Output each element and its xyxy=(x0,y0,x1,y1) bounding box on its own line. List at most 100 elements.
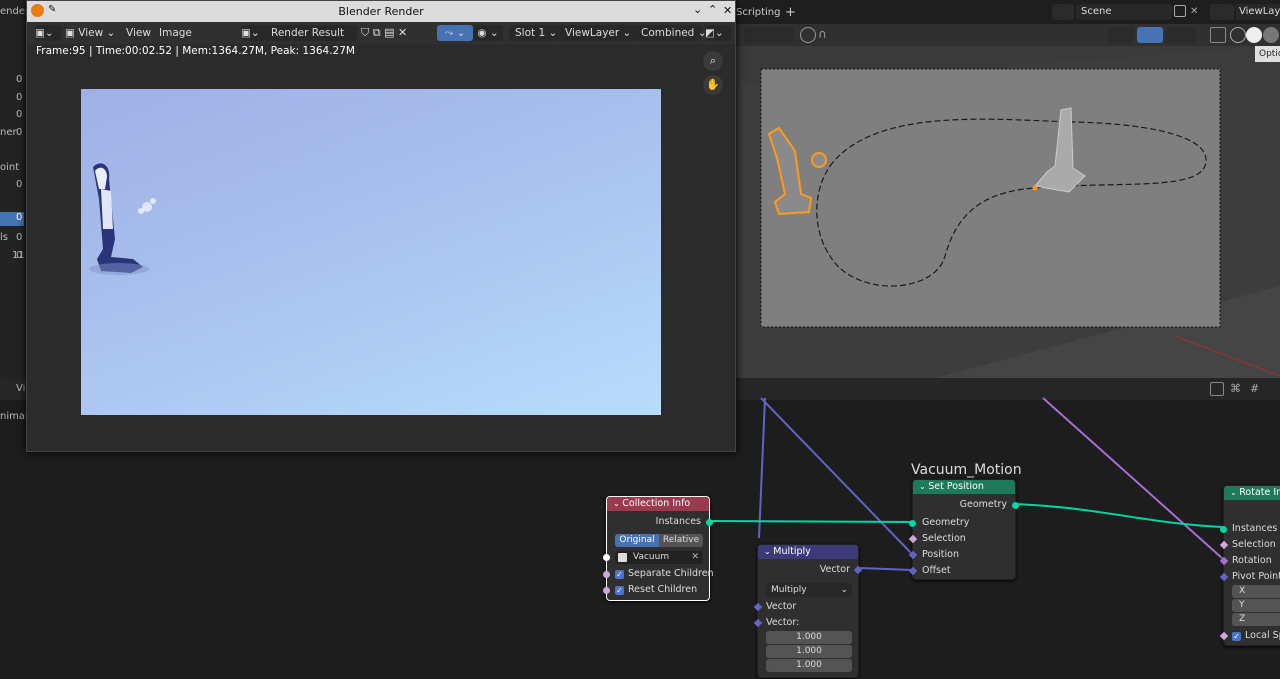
workspace-tab-scripting[interactable]: Scripting xyxy=(736,7,780,18)
collection-input-socket[interactable] xyxy=(603,554,610,561)
pivot-x-field[interactable]: X xyxy=(1232,585,1280,598)
separate-children-checkbox[interactable]: ✓ Separate Children xyxy=(615,567,714,581)
instances-output-label: Instances xyxy=(655,516,701,527)
panel-value: 11 xyxy=(12,250,25,261)
view-layer-icon[interactable] xyxy=(1210,4,1234,20)
viewport-header xyxy=(735,24,1280,46)
render-result-image[interactable] xyxy=(81,89,661,415)
scene-icon[interactable] xyxy=(1052,4,1074,20)
multiply-header[interactable]: ⌄ Multiply xyxy=(758,545,858,559)
view-menu[interactable]: View xyxy=(126,25,151,41)
pass-dropdown[interactable]: Combined ⌄ xyxy=(635,25,707,41)
snapping-controls-icon[interactable] xyxy=(744,27,794,43)
set-position-node[interactable]: ⌄ Set Position Geometry Geometry Selecti… xyxy=(908,479,1019,580)
view-layer-dropdown[interactable]: ViewLayer ⌄ xyxy=(559,25,635,41)
pivot-input-label: Pivot Point: xyxy=(1232,571,1280,582)
scene-selector[interactable]: Scene xyxy=(1076,4,1172,20)
xray-icon[interactable] xyxy=(1210,27,1226,43)
rotate-instances-node[interactable]: ⌄ Rotate Ins Instances Selection Rotatio… xyxy=(1219,485,1280,646)
selection-input-label: Selection xyxy=(922,533,966,544)
collection-info-header[interactable]: ⌄ Collection Info xyxy=(607,497,709,511)
collection-field[interactable]: Vacuum ✕ xyxy=(615,551,703,564)
zoom-icon[interactable]: ⌕ xyxy=(703,51,723,71)
3d-viewport[interactable] xyxy=(735,46,1280,378)
clear-collection-icon[interactable]: ✕ xyxy=(691,551,699,564)
collection-info-node[interactable]: ⌄ Collection Info Instances Original Rel… xyxy=(603,496,714,601)
separate-children-socket[interactable] xyxy=(603,571,610,578)
solid-shading-icon[interactable] xyxy=(1246,27,1262,43)
minimize-icon[interactable]: ⌄ xyxy=(693,3,702,16)
collection-name: Vacuum xyxy=(633,552,670,562)
overlay-toggle-icon[interactable]: ◉ ⌄ xyxy=(473,25,503,41)
editor-type-icon[interactable]: ▣⌄ xyxy=(35,25,61,41)
reset-children-socket[interactable] xyxy=(603,587,610,594)
pivot-y-field[interactable]: Y xyxy=(1232,599,1280,612)
vector-y-field[interactable]: 1.000 xyxy=(766,645,852,658)
local-space-checkbox[interactable]: ✓Local Spa xyxy=(1232,629,1280,643)
instances-output-socket[interactable] xyxy=(706,519,713,526)
gizmo-toggle-icon[interactable]: ⤳ ⌄ xyxy=(437,25,473,41)
rendered-vacuum xyxy=(89,163,156,275)
position-input-label: Position xyxy=(922,549,959,560)
vector-z-field[interactable]: 1.000 xyxy=(766,659,852,672)
set-position-header[interactable]: ⌄ Set Position xyxy=(913,480,1015,494)
display-channels-icon[interactable]: ◩⌄ xyxy=(705,25,731,41)
render-window-titlebar[interactable]: ✎ Blender Render ⌄ ⌃ ✕ xyxy=(27,1,735,22)
original-toggle[interactable]: Original xyxy=(615,534,659,547)
proportional-edit-icon[interactable] xyxy=(800,27,816,43)
add-workspace-button[interactable]: + xyxy=(785,5,796,20)
wireframe-shading-icon[interactable] xyxy=(1230,27,1246,43)
instances-input-label: Instances xyxy=(1232,523,1278,534)
render-status-text: Frame:95 | Time:00:02.52 | Mem:1364.27M,… xyxy=(36,45,355,57)
viewport-scene xyxy=(735,46,1280,378)
operation-dropdown[interactable]: Multiply ⌄ xyxy=(766,583,852,597)
timeline-view-menu[interactable]: Vi xyxy=(16,383,25,394)
material-shading-icon[interactable] xyxy=(1263,27,1279,43)
geometry-output-label: Geometry xyxy=(959,499,1007,510)
panel-label: ls xyxy=(0,232,8,243)
vector-output-label: Vector xyxy=(819,564,850,575)
panel-value: 0 xyxy=(16,127,23,138)
render-window[interactable]: ✎ Blender Render ⌄ ⌃ ✕ ▣⌄ ▣ View ⌄ View … xyxy=(26,0,736,452)
options-button[interactable]: Optio xyxy=(1255,46,1280,62)
view-mode-dropdown[interactable]: ▣ View ⌄ xyxy=(65,25,117,41)
vector-x-field[interactable]: 1.000 xyxy=(766,631,852,644)
view-layer-selector[interactable]: ViewLaye xyxy=(1236,4,1280,20)
image-menu[interactable]: Image xyxy=(159,25,192,41)
pivot-z-field[interactable]: Z xyxy=(1232,613,1280,626)
close-icon[interactable]: ✕ xyxy=(723,4,732,17)
image-browse-icon[interactable]: ▣⌄ xyxy=(241,25,265,41)
pan-hand-icon[interactable]: ✋ xyxy=(703,75,723,95)
chevron-down-icon: ⌄ xyxy=(840,585,848,595)
window-title: Blender Render xyxy=(338,5,424,18)
rotate-instances-header[interactable]: ⌄ Rotate Ins xyxy=(1224,486,1280,500)
delete-scene-icon[interactable]: ✕ xyxy=(1190,6,1198,17)
slot-dropdown[interactable]: Slot 1 ⌄ xyxy=(509,25,559,41)
check-icon: ✓ xyxy=(615,586,624,595)
panel-label: oint xyxy=(0,162,20,173)
panel-value: 0 xyxy=(16,232,23,243)
new-scene-icon[interactable] xyxy=(1174,5,1186,17)
visibility-icon[interactable] xyxy=(1108,27,1134,43)
vector-input-label: Vector xyxy=(766,601,797,612)
panel-label: ender xyxy=(0,6,30,17)
check-icon: ✓ xyxy=(615,570,624,579)
panel-value: 0 xyxy=(16,109,23,120)
gizmo-toggle-icon[interactable] xyxy=(1137,27,1163,43)
image-actions-icons[interactable]: ⛉ ⧉ ▤ ✕ xyxy=(361,25,421,41)
geometry-output-socket[interactable] xyxy=(1012,502,1019,509)
reset-children-checkbox[interactable]: ✓ Reset Children xyxy=(615,583,697,597)
multiply-node[interactable]: ⌄ Multiply Vector Multiply ⌄ Vector Vecto… xyxy=(753,544,863,678)
frame-label: Vacuum_Motion xyxy=(911,462,1022,478)
panel-value: 0 xyxy=(16,179,23,190)
offset-input-label: Offset xyxy=(922,565,951,576)
geometry-input-socket[interactable] xyxy=(909,520,916,527)
relative-toggle[interactable]: Relative xyxy=(659,534,703,547)
instances-input-socket[interactable] xyxy=(1220,526,1227,533)
overlay-icon[interactable] xyxy=(1166,27,1196,43)
image-name-field[interactable]: Render Result xyxy=(265,25,357,41)
panel-value-selected[interactable]: 0 xyxy=(0,212,24,226)
maximize-icon[interactable]: ⌃ xyxy=(708,3,717,16)
panel-value: 0 xyxy=(16,74,23,85)
falloff-icon[interactable]: ∩ xyxy=(818,27,834,43)
